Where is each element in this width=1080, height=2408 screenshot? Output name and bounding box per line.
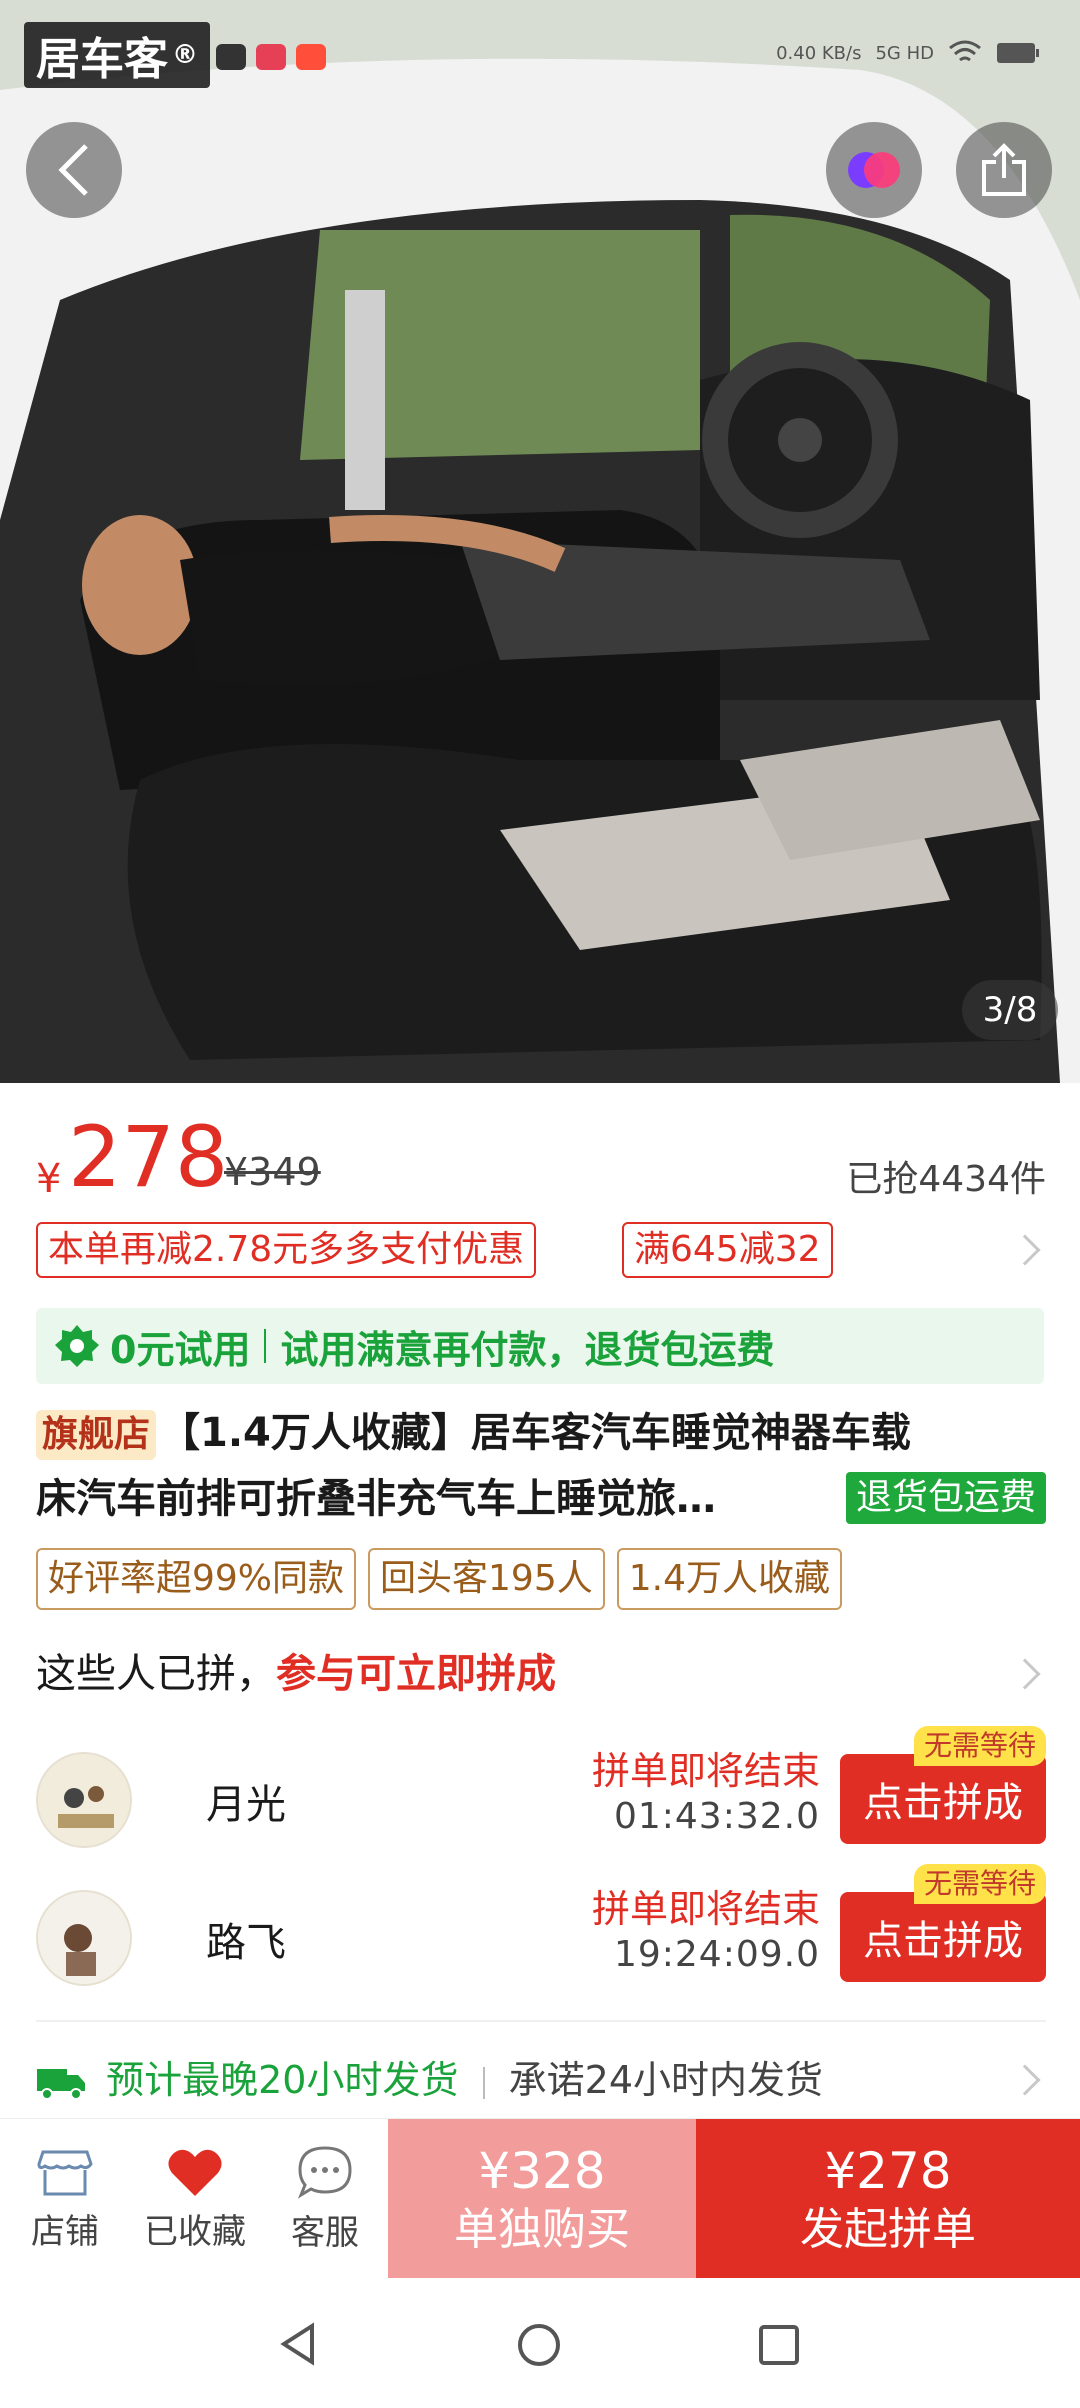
network-type: 5G HD [875,42,934,64]
back-button[interactable] [26,122,122,218]
title-line-2: 床汽车前排可折叠非充气车上睡觉旅… [36,1476,716,1522]
system-status: 0.40 KB/s 5G HD [776,40,1040,66]
sold-count: 已抢4434件 [846,1159,1046,1200]
no-wait-badge: 无需等待 [913,1726,1046,1766]
share-button[interactable] [956,122,1052,218]
countdown-timer: 19:24:09.0 [613,1934,820,1975]
join-group-button[interactable]: 点击拼成 [840,1754,1046,1844]
chevron-right-icon [1009,2064,1041,2096]
image-page-indicator: 3/8 [962,980,1058,1040]
nav-home-icon[interactable] [516,2322,562,2368]
chevron-left-icon [58,144,88,196]
promo-tag-payment: 本单再减2.78元多多支付优惠 [36,1222,537,1278]
shipping-info[interactable]: 预计最晚20小时发货 承诺24小时内发货 [36,2050,1046,2110]
store-icon [37,2150,93,2195]
chevron-right-icon [1009,1234,1041,1266]
group-status: 拼单即将结束 [591,1749,820,1793]
join-group-button[interactable]: 点击拼成 [840,1892,1046,1982]
trial-label: 0元试用 [110,1327,251,1372]
user-name: 路飞 [206,1920,286,1966]
favorite-button[interactable]: 已收藏 [130,2119,260,2279]
product-image-gallery[interactable]: 居车客 ® 0.40 KB/s 5G HD 3/8 [0,0,1080,1083]
chat-icon [297,2145,352,2199]
chip-favorites: 1.4万人收藏 [616,1548,843,1610]
price-row: ¥ 278 ¥349 已抢4434件 [36,1112,1046,1202]
taobao-icon [296,44,326,70]
start-group-buy-button[interactable]: ¥278 发起拼单 [696,2119,1080,2279]
shipping-estimate: 预计最晚20小时发货 [106,2058,459,2102]
net-speed: 0.40 KB/s [776,42,862,64]
status-bar: 居车客 ® 0.40 KB/s 5G HD [0,0,1080,88]
truck-icon [37,2068,85,2100]
divider [482,2066,485,2099]
trial-desc: 试用满意再付款，退货包运费 [280,1327,775,1372]
group-buy-row: 月光 拼单即将结束 01:43:32.0 点击拼成 无需等待 [36,1726,1046,1860]
group-status: 拼单即将结束 [591,1887,820,1931]
buy-alone-button[interactable]: ¥328 单独购买 [388,2119,696,2279]
app-icon [256,44,286,70]
original-price: ¥349 [224,1150,321,1194]
highlight-chips: 好评率超99%同款 回头客195人 1.4万人收藏 [36,1548,843,1610]
store-button[interactable]: 店铺 [10,2119,120,2279]
divider [36,2020,1046,2022]
avatar [36,1890,132,1986]
wifi-icon [949,40,981,62]
brand-watermark: 居车客 ® [24,22,210,88]
brand-logo-button[interactable] [826,122,922,218]
free-return-badge: 退货包运费 [845,1472,1046,1524]
currency-symbol: ¥ [36,1156,62,1202]
promo-tag-discount: 满645减32 [622,1222,833,1278]
chip-returning: 回头客195人 [368,1548,605,1610]
group-buy-heading[interactable]: 这些人已拼，参与可立即拼成 [36,1644,1046,1704]
chevron-right-icon [1009,1658,1041,1690]
brand-logo-icon [848,152,900,188]
trial-banner[interactable]: 0元试用 试用满意再付款，退货包运费 [36,1308,1044,1384]
avatar [36,1752,132,1848]
customer-service-button[interactable]: 客服 [270,2119,380,2279]
divider [264,1329,267,1363]
promotions-row[interactable]: 本单再减2.78元多多支付优惠 满645减32 [36,1222,1046,1278]
share-icon [982,143,1026,196]
nav-back-icon[interactable] [278,2322,318,2366]
app-icon [216,44,246,70]
no-wait-badge: 无需等待 [913,1864,1046,1904]
current-price: 278 [68,1108,229,1206]
shipping-promise: 承诺24小时内发货 [508,2058,823,2102]
heart-icon [168,2149,222,2196]
notification-icons [216,44,326,70]
flagship-store-badge: 旗舰店 [36,1410,157,1460]
system-navigation-bar [0,2278,1080,2408]
nav-recents-icon[interactable] [758,2324,800,2366]
title-line-1: 【1.4万人收藏】居车客汽车睡觉神器车载 [160,1410,911,1456]
battery-icon [997,43,1039,63]
user-name: 月光 [206,1782,286,1828]
product-title: 旗舰店 【1.4万人收藏】居车客汽车睡觉神器车载 床汽车前排可折叠非充气车上睡觉旅… [36,1400,1046,1532]
product-page: 居车客 ® 0.40 KB/s 5G HD 3/8 ¥ 278 ¥349 已抢4… [0,0,1080,2408]
group-buy-row: 路飞 拼单即将结束 19:24:09.0 点击拼成 无需等待 [36,1864,1046,1998]
trial-badge-icon [55,1325,99,1367]
bottom-action-bar: 店铺 已收藏 客服 ¥328 单独购买 ¥278 发起拼单 [0,2118,1080,2279]
countdown-timer: 01:43:32.0 [613,1796,820,1837]
chip-rating: 好评率超99%同款 [36,1548,357,1610]
